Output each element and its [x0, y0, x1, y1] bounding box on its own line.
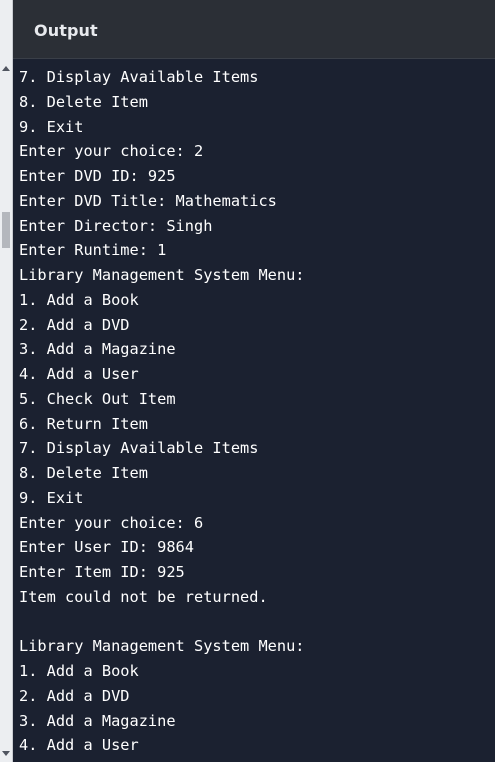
output-line: 5. Check Out Item: [19, 389, 176, 408]
output-line: 9. Exit: [19, 488, 84, 507]
scrollbar-thumb[interactable]: [2, 212, 10, 248]
output-line: Library Management System Menu:: [19, 266, 305, 284]
output-line: Enter User ID: 9864: [19, 538, 194, 557]
output-line: 7. Display Available Items: [19, 68, 259, 86]
output-line: Enter DVD ID: 925: [19, 167, 176, 185]
output-line: 3. Add a Magazine: [19, 711, 176, 730]
output-line: 2. Add a DVD: [19, 686, 130, 705]
output-window: Output 7. Display Available Items 8. Del…: [0, 0, 495, 762]
output-line: 7. Display Available Items: [19, 439, 259, 458]
output-line: Enter your choice: 2: [19, 142, 204, 161]
scroll-up-arrow-icon[interactable]: [2, 66, 10, 71]
output-line: Enter Director: Singh: [19, 216, 213, 235]
output-line: 8. Delete Item: [19, 92, 148, 111]
output-line: 1. Add a Book: [19, 662, 139, 680]
output-line: 4. Add a User: [19, 736, 139, 755]
output-line: 3. Add a Magazine: [19, 340, 176, 359]
console-output: 7. Display Available Items 8. Delete Ite…: [13, 59, 495, 762]
output-line: 6. Return Item: [19, 414, 148, 433]
output-line: 4. Add a User: [19, 365, 139, 383]
panel-title: Output: [34, 21, 98, 40]
vertical-scrollbar[interactable]: [0, 0, 13, 762]
output-line: 8. Delete Item: [19, 464, 148, 482]
scroll-down-arrow-icon[interactable]: [2, 751, 10, 756]
output-line: Item could not be returned.: [19, 587, 268, 606]
output-lines: 7. Display Available Items 8. Delete Ite…: [19, 65, 305, 758]
output-line: Enter Item ID: 925: [19, 563, 185, 581]
output-line: Enter DVD Title: Mathematics: [19, 191, 277, 210]
output-line: Enter Runtime: 1: [19, 241, 167, 260]
output-line: 2. Add a DVD: [19, 315, 130, 334]
output-line: 1. Add a Book: [19, 290, 139, 309]
output-line: [19, 610, 305, 635]
output-line: Library Management System Menu:: [19, 637, 305, 656]
panel-header: Output: [13, 6, 495, 59]
output-line: Enter your choice: 6: [19, 513, 204, 532]
output-line: 9. Exit: [19, 117, 84, 136]
